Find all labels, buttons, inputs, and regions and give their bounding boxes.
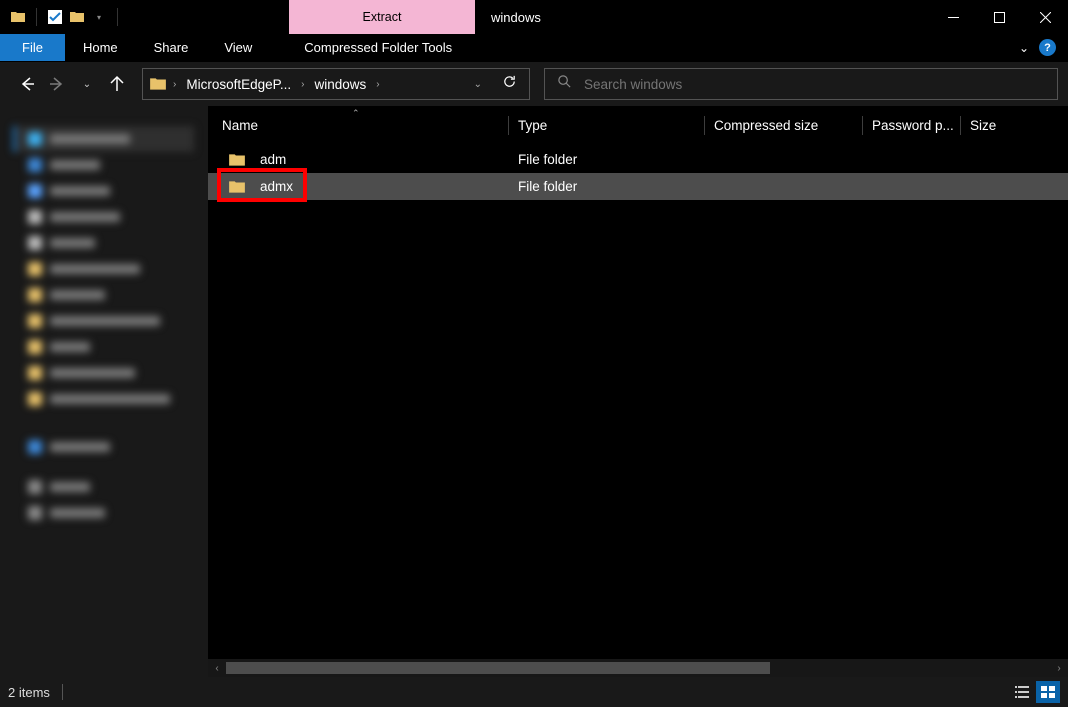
close-button[interactable] [1022, 0, 1068, 34]
chevron-right-icon[interactable]: › [171, 79, 178, 90]
column-name[interactable]: Name ⌃ [222, 106, 508, 145]
minimize-button[interactable] [930, 0, 976, 34]
context-tab-extract[interactable]: Extract [289, 0, 475, 34]
folder-icon [10, 9, 26, 25]
file-list-pane: Name ⌃ Type Compressed size Password p..… [208, 106, 1068, 677]
folder-icon [228, 178, 246, 196]
address-dropdown-icon[interactable]: ⌄ [464, 79, 492, 90]
separator [62, 684, 63, 700]
column-label: Name [222, 118, 258, 133]
search-box[interactable] [544, 68, 1058, 100]
scroll-left-icon[interactable]: ‹ [208, 659, 226, 677]
help-icon[interactable]: ? [1039, 39, 1056, 56]
file-row[interactable]: adm File folder [208, 146, 1068, 173]
window-controls [930, 0, 1068, 34]
item-count: 2 items [8, 685, 50, 700]
scroll-thumb[interactable] [226, 662, 770, 674]
breadcrumb-segment[interactable]: MicrosoftEdgeP... [182, 77, 295, 92]
quick-access-toolbar: ▾ [0, 0, 122, 34]
scroll-right-icon[interactable]: › [1050, 659, 1068, 677]
folder-icon [69, 9, 85, 25]
forward-button[interactable] [46, 73, 68, 95]
column-headers: Name ⌃ Type Compressed size Password p..… [208, 106, 1068, 146]
titlebar: ▾ Extract windows [0, 0, 1068, 34]
view-tab[interactable]: View [206, 34, 270, 61]
up-button[interactable] [106, 73, 128, 95]
file-type: File folder [508, 179, 704, 194]
details-view-button[interactable] [1010, 681, 1034, 703]
horizontal-scrollbar[interactable]: ‹ › [208, 659, 1068, 677]
extract-label: Extract [363, 10, 402, 24]
file-name: admx [260, 179, 508, 194]
navigation-row: ⌄ › MicrosoftEdgeP... › windows › ⌄ [0, 62, 1068, 106]
ribbon-tabs: File Home Share View Compressed Folder T… [0, 34, 1068, 62]
column-password[interactable]: Password p... [862, 106, 960, 145]
maximize-button[interactable] [976, 0, 1022, 34]
status-bar: 2 items [0, 677, 1068, 707]
file-type: File folder [508, 152, 704, 167]
chevron-right-icon[interactable]: › [374, 79, 381, 90]
column-type[interactable]: Type [508, 106, 704, 145]
thumbnails-view-button[interactable] [1036, 681, 1060, 703]
main-area: Name ⌃ Type Compressed size Password p..… [0, 106, 1068, 677]
breadcrumb-segment[interactable]: windows [311, 77, 371, 92]
share-tab[interactable]: Share [136, 34, 207, 61]
compressed-tools-tab[interactable]: Compressed Folder Tools [280, 34, 476, 61]
back-button[interactable] [16, 73, 38, 95]
column-size[interactable]: Size [960, 106, 1040, 145]
window-title: windows [491, 0, 541, 34]
file-row[interactable]: admx File folder [208, 173, 1068, 200]
folder-icon [149, 75, 167, 93]
separator [117, 8, 118, 26]
collapse-ribbon-icon[interactable]: ⌄ [1019, 41, 1029, 55]
home-tab[interactable]: Home [65, 34, 136, 61]
folder-icon [228, 151, 246, 169]
navigation-pane[interactable] [0, 106, 208, 677]
checkbox-icon[interactable] [47, 9, 63, 25]
recent-locations-icon[interactable]: ⌄ [76, 73, 98, 95]
search-input[interactable] [584, 77, 1045, 92]
dropdown-icon[interactable]: ▾ [91, 9, 107, 25]
address-bar[interactable]: › MicrosoftEdgeP... › windows › ⌄ [142, 68, 530, 100]
separator [36, 8, 37, 26]
column-compressed-size[interactable]: Compressed size [704, 106, 862, 145]
scroll-track[interactable] [226, 661, 1050, 675]
refresh-icon[interactable] [496, 74, 523, 94]
file-tab[interactable]: File [0, 34, 65, 61]
chevron-right-icon[interactable]: › [299, 79, 306, 90]
sort-indicator-icon: ⌃ [352, 108, 360, 119]
file-rows: adm File folder admx File folder [208, 146, 1068, 659]
search-icon [557, 74, 572, 94]
file-name: adm [260, 152, 508, 167]
